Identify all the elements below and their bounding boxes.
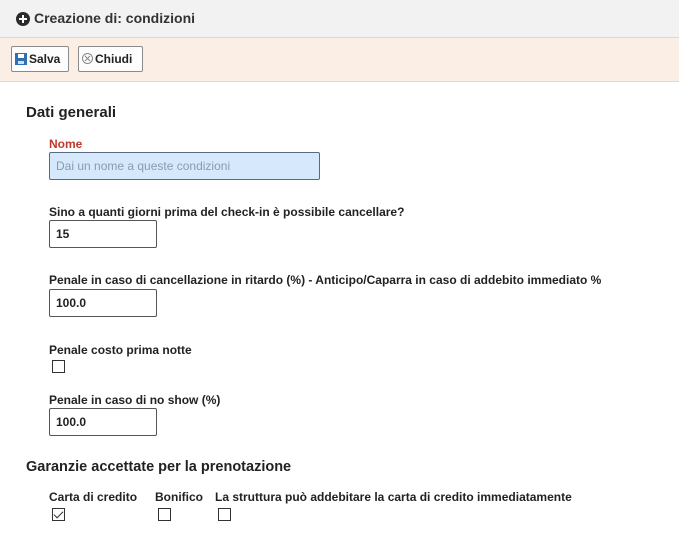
guarantee-bank-transfer-label: Bonifico — [155, 490, 203, 504]
name-label: Nome — [49, 137, 83, 151]
no-show-label: Penale in caso di no show (%) — [49, 393, 221, 407]
no-show-input[interactable] — [49, 408, 157, 436]
page-title: Creazione di: condizioni — [34, 10, 196, 26]
close-circle-icon — [82, 53, 93, 65]
section-title-general: Dati generali — [26, 104, 117, 121]
plus-circle-icon — [16, 12, 30, 26]
section-title-guarantees: Garanzie accettate per la prenotazione — [26, 459, 292, 475]
late-penalty-label: Penale in caso di cancellazione in ritar… — [49, 273, 602, 287]
guarantee-immediate-charge-checkbox[interactable] — [218, 508, 231, 521]
save-button[interactable]: Salva — [11, 46, 69, 72]
toolbar: Salva Chiudi — [0, 38, 679, 82]
save-button-label: Salva — [29, 52, 61, 66]
guarantee-immediate-charge-label: La struttura può addebitare la carta di … — [215, 490, 572, 504]
title-bar: Creazione di: condizioni — [0, 0, 679, 38]
name-input[interactable] — [49, 152, 320, 180]
cancel-days-input[interactable] — [49, 220, 157, 248]
guarantee-credit-card-checkbox[interactable] — [52, 508, 65, 521]
first-night-label: Penale costo prima notte — [49, 343, 192, 357]
close-button-label: Chiudi — [95, 52, 133, 66]
first-night-checkbox[interactable] — [52, 360, 65, 373]
floppy-disk-icon — [15, 52, 27, 65]
cancel-days-label: Sino a quanti giorni prima del check-in … — [49, 205, 405, 219]
late-penalty-input[interactable] — [49, 289, 157, 317]
guarantee-bank-transfer-checkbox[interactable] — [158, 508, 171, 521]
guarantee-credit-card-label: Carta di credito — [49, 490, 138, 504]
close-button[interactable]: Chiudi — [78, 46, 143, 72]
